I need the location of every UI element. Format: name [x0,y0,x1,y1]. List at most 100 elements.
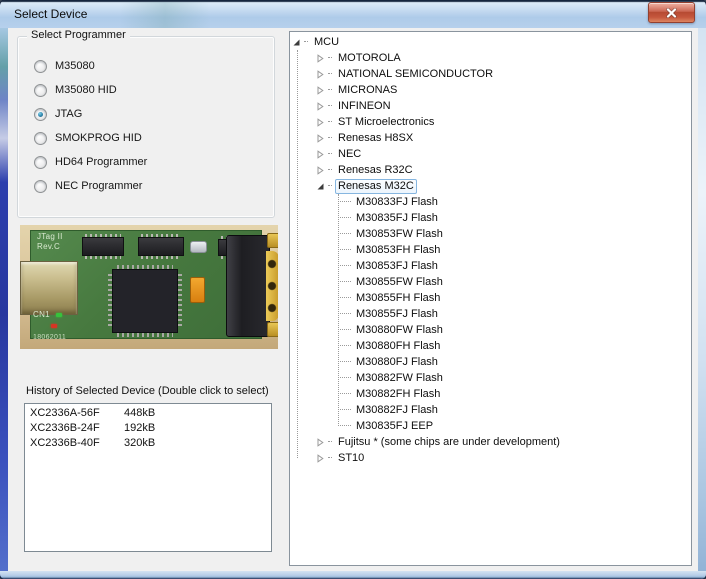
tree-node-m30833fj-flash[interactable]: M30833FJ Flash [338,194,691,210]
history-item[interactable]: XC2336B-40F 320kB [25,436,271,451]
tree-connector-stub [328,88,332,92]
tree-node-label[interactable]: NATIONAL SEMICONDUCTOR [335,68,496,81]
tree-node-label[interactable]: M30855FJ Flash [353,308,441,321]
radio-option-jtag[interactable]: JTAG [34,102,147,126]
tree-node-m30855fh-flash[interactable]: M30855FH Flash [338,290,691,306]
tree-node-fujitsu-some-chips-are-under-development[interactable]: Fujitsu * (some chips are under developm… [316,434,691,450]
tree-node-label[interactable]: M30853FW Flash [353,228,446,241]
tree-node-m30835fj-eep[interactable]: M30835FJ EEP [338,418,691,434]
tree-node-label[interactable]: M30855FW Flash [353,276,446,289]
collapsed-arrow-icon[interactable] [316,85,325,95]
tree-node-label[interactable]: M30882FH Flash [353,388,443,401]
tree-node-motorola[interactable]: MOTOROLA [316,50,691,66]
tree-node-renesas-m32c[interactable]: Renesas M32C [316,178,691,194]
tree-node-label[interactable]: M30880FH Flash [353,340,443,353]
tree-node-m30880fh-flash[interactable]: M30880FH Flash [338,338,691,354]
tree-node-m30882fw-flash[interactable]: M30882FW Flash [338,370,691,386]
radio-option-nec-programmer[interactable]: NEC Programmer [34,174,147,198]
history-item-name: XC2336A-56F [30,407,100,419]
tree-connector-stub [328,104,332,108]
tree-node-st10[interactable]: ST10 [316,450,691,466]
window-frame-bottom [0,571,706,579]
close-button[interactable] [648,2,695,23]
tree-node-label[interactable]: M30880FW Flash [353,324,446,337]
history-item-size: 448kB [124,407,156,419]
tree-node-label[interactable]: M30853FJ Flash [353,260,441,273]
tree-node-label[interactable]: M30882FW Flash [353,372,446,385]
tree-node-infineon[interactable]: INFINEON [316,98,691,114]
tree-node-st-microelectronics[interactable]: ST Microelectronics [316,114,691,130]
collapsed-arrow-icon[interactable] [316,117,325,127]
tree-node-m30882fj-flash[interactable]: M30882FJ Flash [338,402,691,418]
collapsed-arrow-icon[interactable] [316,133,325,143]
radio-button-icon[interactable] [34,155,47,169]
history-item[interactable]: XC2336A-56F 448kB [25,406,271,421]
tree-node-m30853fw-flash[interactable]: M30853FW Flash [338,226,691,242]
expanded-arrow-icon[interactable] [316,182,325,191]
tree-node-micronas[interactable]: MICRONAS [316,82,691,98]
collapsed-arrow-icon[interactable] [316,453,325,463]
tree-node-national-semiconductor[interactable]: NATIONAL SEMICONDUCTOR [316,66,691,82]
history-list[interactable]: XC2336A-56F 448kB XC2336B-24F 192kB XC2336B-… [24,403,272,552]
tree-node-renesas-h8sx[interactable]: Renesas H8SX [316,130,691,146]
radio-button-icon[interactable] [34,179,47,193]
tree-node-m30855fj-flash[interactable]: M30855FJ Flash [338,306,691,322]
expanded-arrow-icon[interactable] [292,38,301,47]
db9-screw-bottom [267,322,278,337]
collapsed-arrow-icon[interactable] [316,165,325,175]
tree-node-label[interactable]: ST Microelectronics [335,116,437,129]
tree-node-label[interactable]: INFINEON [335,100,394,113]
window-frame-right [698,28,706,579]
tree-node-label[interactable]: M30855FH Flash [353,292,443,305]
tree-node-label[interactable]: ST10 [335,452,367,465]
tree-node-label[interactable]: M30853FH Flash [353,244,443,257]
tree-node-label[interactable]: MCU [311,36,342,49]
collapsed-arrow-icon[interactable] [316,69,325,79]
collapsed-arrow-icon[interactable] [316,53,325,63]
tree-node-nec[interactable]: NEC [316,146,691,162]
tree-node-label[interactable]: NEC [335,148,364,161]
tree-node-label[interactable]: MOTOROLA [335,52,404,65]
radio-option-hd64-programmer[interactable]: HD64 Programmer [34,150,147,174]
tree-node-m30880fw-flash[interactable]: M30880FW Flash [338,322,691,338]
tree-node-m30855fw-flash[interactable]: M30855FW Flash [338,274,691,290]
silkscreen-jtag-label: JTag II [37,232,63,241]
tree-node-label[interactable]: M30835FJ EEP [353,420,436,433]
radio-option-smokprog-hid[interactable]: SMOKPROG HID [34,126,147,150]
silkscreen-cn1-label: CN1 [33,310,50,319]
radio-button-icon[interactable] [34,107,47,121]
tree-node-renesas-r32c[interactable]: Renesas R32C [316,162,691,178]
tree-node-label[interactable]: M30880FJ Flash [353,356,441,369]
tree-node-label[interactable]: M30882FJ Flash [353,404,441,417]
tree-node-label[interactable]: M30835FJ Flash [353,212,441,225]
collapsed-arrow-icon[interactable] [316,437,325,447]
history-item-name: XC2336B-40F [30,437,100,449]
tree-connector-stub [338,248,351,252]
silkscreen-rev-label: Rev.C [37,242,61,251]
radio-button-icon[interactable] [34,83,47,97]
collapsed-arrow-icon[interactable] [316,149,325,159]
tree-node-m30853fj-flash[interactable]: M30853FJ Flash [338,258,691,274]
tree-node-label[interactable]: Renesas R32C [335,164,416,177]
programmer-photo: JTag II Rev.C CN1 18062011 [20,225,278,349]
radio-option-m35080[interactable]: M35080 [34,54,147,78]
tree-node-mcu[interactable]: MCU [292,34,691,50]
tree-node-m30835fj-flash[interactable]: M30835FJ Flash [338,210,691,226]
radio-button-icon[interactable] [34,131,47,145]
tree-node-label[interactable]: MICRONAS [335,84,400,97]
tree-connector-stub [338,296,351,300]
tree-node-m30853fh-flash[interactable]: M30853FH Flash [338,242,691,258]
device-tree-panel[interactable]: MCU MOTOROLA NATIONAL SEMICONDUCTOR MICRONA… [289,31,692,566]
tree-node-m30882fh-flash[interactable]: M30882FH Flash [338,386,691,402]
tree-node-label[interactable]: Renesas M32C [335,178,417,194]
tree-node-label[interactable]: Fujitsu * (some chips are under developm… [335,436,563,449]
tree-node-label[interactable]: Renesas H8SX [335,132,416,145]
red-led [51,324,57,328]
tree-node-label[interactable]: M30833FJ Flash [353,196,441,209]
title-bar[interactable]: Select Device [0,0,706,28]
tree-node-m30880fj-flash[interactable]: M30880FJ Flash [338,354,691,370]
history-item[interactable]: XC2336B-24F 192kB [25,421,271,436]
radio-button-icon[interactable] [34,59,47,73]
radio-option-m35080-hid[interactable]: M35080 HID [34,78,147,102]
collapsed-arrow-icon[interactable] [316,101,325,111]
